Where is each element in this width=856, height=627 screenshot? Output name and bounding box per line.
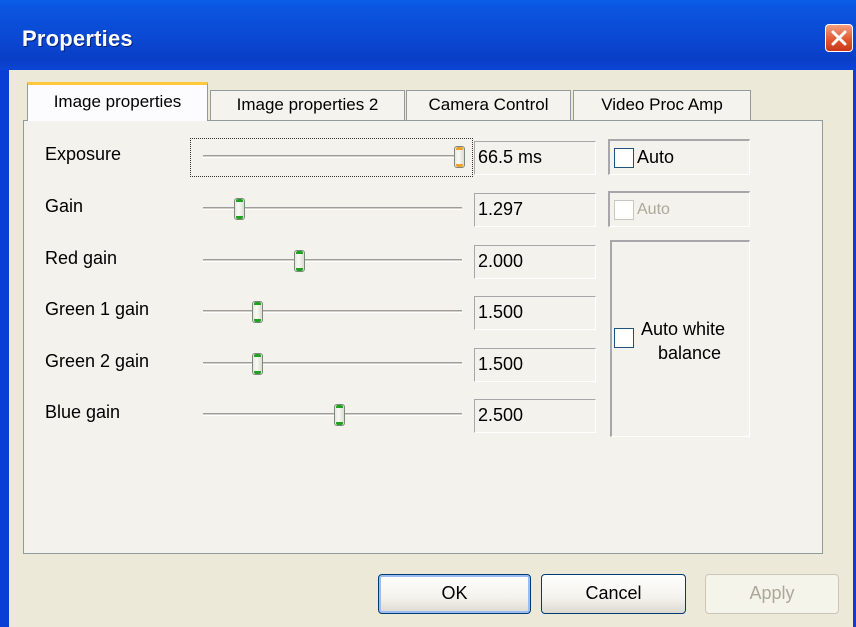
red-gain-slider[interactable] — [203, 259, 462, 262]
auto-white-balance-label-line2[interactable]: balance — [658, 343, 721, 364]
close-button[interactable] — [825, 24, 853, 52]
gain-slider-thumb[interactable] — [234, 198, 245, 220]
exposure-auto-label[interactable]: Auto — [637, 147, 674, 168]
red-gain-value: 2.000 — [474, 245, 596, 279]
cancel-button[interactable]: Cancel — [541, 574, 686, 614]
green-2-gain-label: Green 2 gain — [45, 351, 150, 371]
tab-camera-control[interactable]: Camera Control — [406, 90, 571, 120]
green-1-gain-slider[interactable] — [203, 310, 462, 313]
auto-white-balance-label-line1[interactable]: Auto white — [641, 319, 725, 340]
apply-button[interactable]: Apply — [705, 574, 839, 614]
tab-image-properties-2[interactable]: Image properties 2 — [210, 90, 405, 120]
exposure-slider-thumb[interactable] — [454, 146, 465, 168]
blue-gain-label: Blue gain — [45, 402, 121, 422]
gain-label: Gain — [45, 196, 84, 216]
exposure-auto-checkbox[interactable] — [614, 148, 634, 168]
gain-value: 1.297 — [474, 193, 596, 227]
blue-gain-value: 2.500 — [474, 399, 596, 433]
title-bar[interactable]: Properties — [0, 0, 856, 70]
green-1-gain-slider-thumb[interactable] — [251, 301, 263, 323]
blue-gain-slider-thumb[interactable] — [334, 404, 345, 426]
green-1-gain-value: 1.500 — [474, 296, 596, 330]
gain-auto-label[interactable]: Auto — [637, 201, 670, 219]
tab-video-proc-amp[interactable]: Video Proc Amp — [573, 90, 751, 120]
close-icon — [831, 30, 847, 46]
gain-auto-checkbox[interactable] — [614, 200, 634, 220]
green-1-gain-label: Green 1 gain — [45, 299, 150, 319]
green-2-gain-value: 1.500 — [474, 348, 596, 382]
tab-image-properties[interactable]: Image properties — [27, 82, 208, 121]
exposure-value: 66.5 ms — [474, 141, 596, 175]
green-2-gain-slider[interactable] — [203, 362, 462, 365]
red-gain-label: Red gain — [45, 248, 118, 268]
auto-white-balance-checkbox[interactable] — [614, 328, 634, 348]
window-title: Properties — [22, 26, 133, 51]
green-2-gain-slider-thumb[interactable] — [251, 353, 263, 375]
exposure-slider[interactable] — [203, 155, 462, 158]
blue-gain-slider[interactable] — [203, 413, 462, 416]
red-gain-slider-thumb[interactable] — [294, 250, 305, 272]
exposure-label: Exposure — [45, 144, 122, 164]
ok-button[interactable]: OK — [378, 574, 531, 614]
